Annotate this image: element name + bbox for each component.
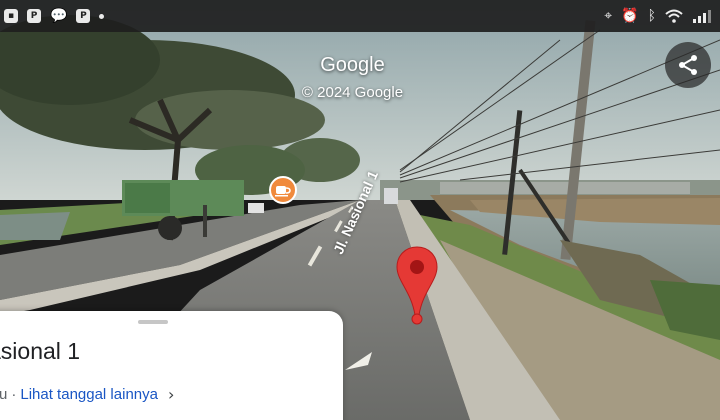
status-bar: ▪ P 💬 P ⌖ ⏰ ᛒ <box>0 0 720 32</box>
date-row: lalu · Lihat tanggal lainnya › <box>0 385 174 404</box>
share-button[interactable] <box>665 42 711 88</box>
signal-icon: ▪ <box>4 9 18 23</box>
place-title: asional 1 <box>0 338 81 364</box>
status-bar-right: ⌖ ⏰ ᛒ <box>604 8 712 24</box>
separator-dot: · <box>11 386 17 403</box>
bluetooth-icon: ᛒ <box>647 8 656 24</box>
signal-bars-icon <box>692 9 712 23</box>
coffee-cup-icon <box>275 186 291 197</box>
copyright-text: © 2024 Google <box>301 84 404 101</box>
see-other-dates-link[interactable]: Lihat tanggal lainnya <box>20 386 158 403</box>
dot-icon <box>99 13 105 19</box>
wifi-icon <box>665 9 683 23</box>
google-watermark: Google <box>320 54 385 76</box>
chevron-right-icon[interactable]: › <box>168 385 174 404</box>
share-icon <box>679 55 697 75</box>
alarm-icon: ⏰ <box>621 8 639 24</box>
map-pin-icon <box>396 246 438 325</box>
cafe-marker[interactable] <box>269 176 297 204</box>
status-bar-left: ▪ P 💬 P <box>4 8 105 24</box>
capture-date-text: lalu <box>0 386 8 403</box>
place-info-card[interactable]: asional 1 lalu · Lihat tanggal lainnya › <box>0 311 343 420</box>
photo-app-icon: P <box>27 9 41 23</box>
chat-icon: 💬 <box>50 8 68 24</box>
location-icon: ⌖ <box>604 8 613 24</box>
location-pin[interactable] <box>395 245 439 330</box>
photo-app-icon: P <box>76 9 91 23</box>
drag-handle[interactable] <box>138 320 168 324</box>
